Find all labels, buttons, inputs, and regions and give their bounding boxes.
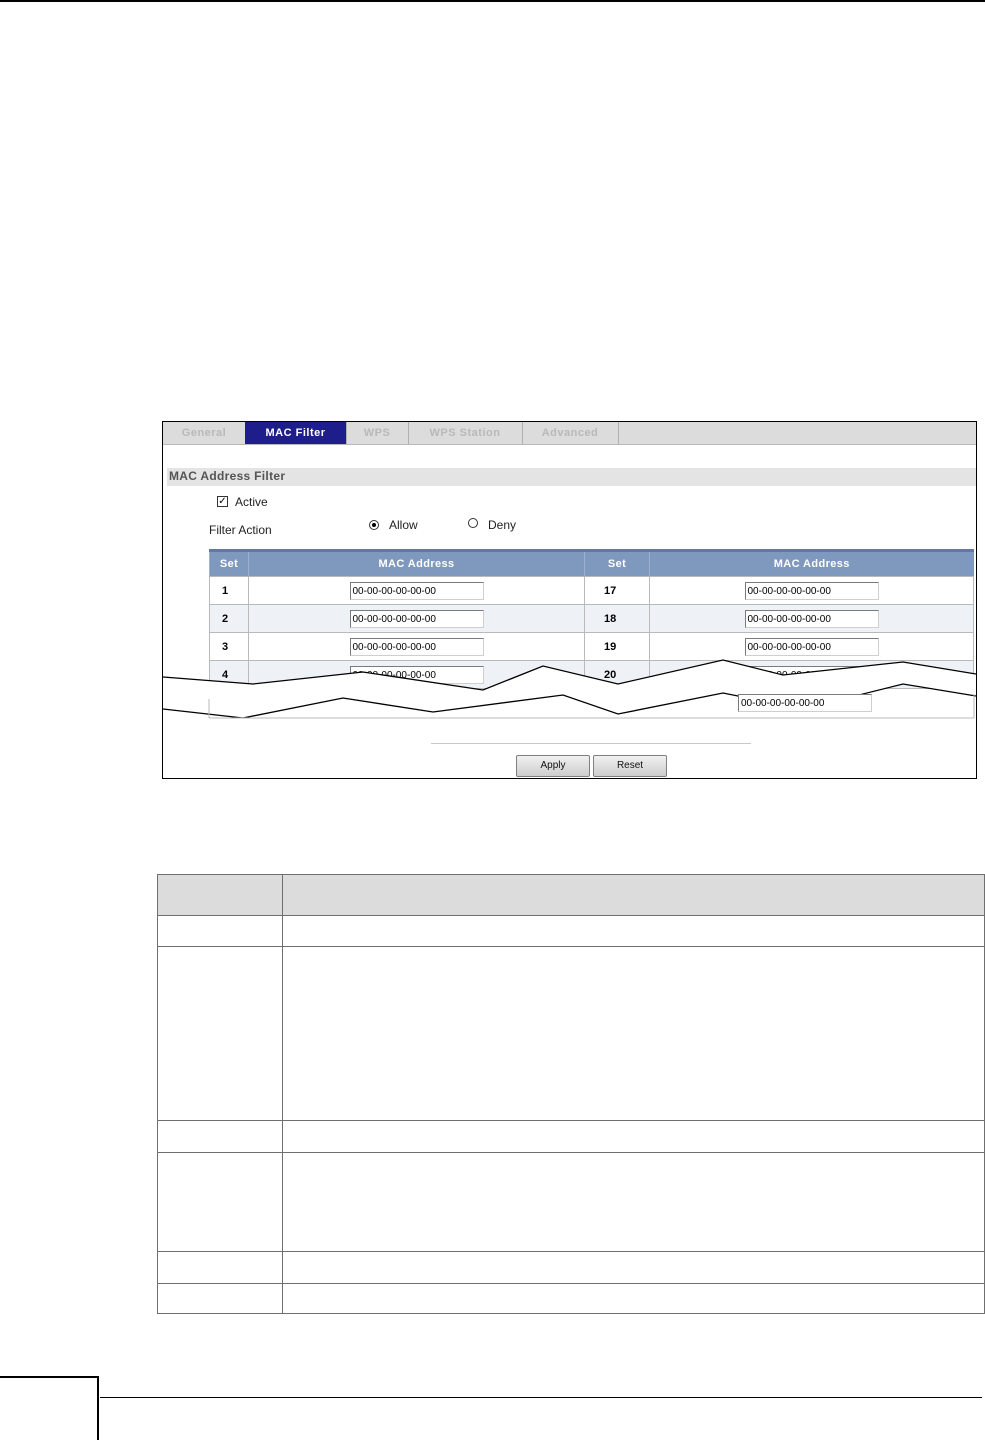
mac-filter-screenshot: General MAC Filter WPS WPS Station Advan… [162,421,977,779]
header-cell [282,874,985,916]
header-cell [157,874,283,916]
reset-button[interactable]: Reset [593,755,667,777]
page-break-tear [163,659,976,719]
table-row [157,915,985,947]
table-row [157,1283,985,1314]
footer-rule [100,1397,982,1398]
description-table [157,874,985,1314]
page-number-box [0,1376,99,1440]
mac-address-input[interactable]: 00-00-00-00-00-00 [738,694,872,712]
table-row [157,1251,985,1284]
page-top-rule [0,0,985,2]
button-divider [431,743,751,744]
table-row [157,946,985,1121]
table-row [157,1152,985,1252]
table-row [157,1120,985,1153]
apply-button[interactable]: Apply [516,755,590,777]
